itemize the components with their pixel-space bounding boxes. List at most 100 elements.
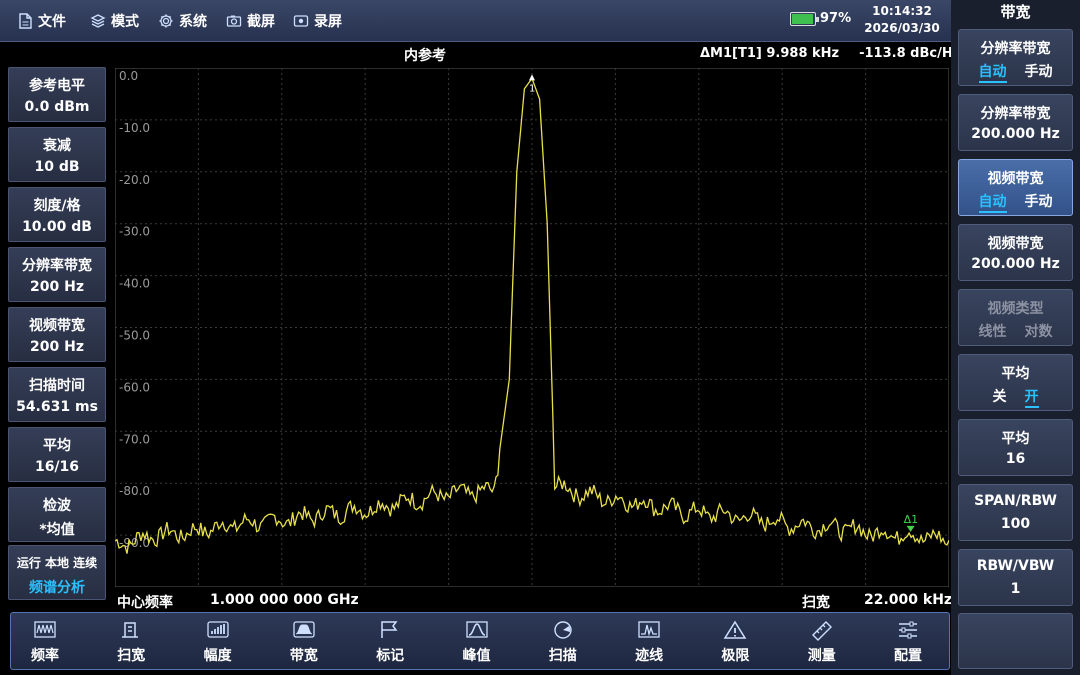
menu-file[interactable]: 文件 — [18, 11, 66, 31]
softkey-rbw-value[interactable]: 分辨率带宽 200.000 Hz — [958, 94, 1073, 151]
softkey-rbw-mode-options: 自动 手动 — [959, 61, 1072, 83]
y-tick-label: -60.0 — [119, 380, 150, 394]
bottom-menu-limit[interactable]: 极限 — [692, 613, 778, 669]
info-ref-level[interactable]: 参考电平 0.0 dBm — [8, 67, 106, 122]
bottom-menu-marker-label: 标记 — [376, 648, 405, 664]
center-freq-value[interactable]: 1.000 000 000 GHz — [210, 592, 359, 608]
softkey-vbw-mode-option-b[interactable]: 手动 — [1025, 191, 1053, 211]
top-menu-bar: 文件 模式 系统 截屏 录屏 97% 10:14:32 2026/03/30 — [0, 0, 951, 42]
bottom-menu-amplitude-label: 幅度 — [203, 648, 232, 664]
softkey-vbw-value[interactable]: 视频带宽 200.000 Hz — [958, 224, 1073, 281]
y-tick-label: -10.0 — [119, 121, 150, 135]
menu-record[interactable]: 录屏 — [293, 11, 342, 31]
battery-icon — [790, 12, 819, 26]
amplitude-icon — [206, 621, 229, 638]
softkey-rbw-vbw-label: RBW/VBW — [976, 558, 1055, 574]
softkey-average-toggle[interactable]: 平均关开 — [958, 354, 1073, 411]
bottom-menu-measure-label: 测量 — [807, 648, 836, 664]
marker-delta-name: ΔM1[T1] 9.988 kHz — [700, 46, 840, 61]
softkey-span-rbw[interactable]: SPAN/RBW 100 — [958, 484, 1073, 541]
softkey-vbw-mode-label: 视频带宽 — [987, 171, 1044, 187]
bottom-menu-trace[interactable]: 迹线 — [606, 613, 692, 669]
bandwidth-icon — [293, 621, 315, 638]
info-rbw[interactable]: 分辨率带宽 200 Hz — [8, 247, 106, 302]
delta-marker-label: Δ1 — [904, 513, 919, 526]
camera-icon — [226, 15, 242, 27]
info-attenuation[interactable]: 衰减 10 dB — [8, 127, 106, 182]
menu-mode[interactable]: 模式 — [90, 11, 139, 31]
info-ref-level-label: 参考电平 — [29, 78, 85, 94]
softkey-average-toggle-option-a[interactable]: 关 — [993, 386, 1007, 406]
menu-screenshot-label: 截屏 — [247, 14, 275, 30]
info-rbw-label: 分辨率带宽 — [22, 258, 92, 274]
info-vbw-label: 视频带宽 — [29, 318, 85, 334]
info-scale-div[interactable]: 刻度/格 10.00 dB — [8, 187, 106, 242]
sweep-icon — [554, 621, 572, 639]
softkey-vbw-type-option-a: 线性 — [978, 324, 1007, 340]
info-vbw[interactable]: 视频带宽 200 Hz — [8, 307, 106, 362]
softkey-empty[interactable] — [958, 613, 1073, 669]
softkey-rbw-mode-option-b[interactable]: 手动 — [1025, 61, 1053, 81]
softkey-average-count-label: 平均 — [1001, 431, 1030, 447]
softkey-rbw-value-value: 200.000 Hz — [971, 126, 1060, 142]
battery-percent: 97% — [820, 11, 852, 26]
info-attenuation-label: 衰减 — [43, 138, 71, 154]
ref-label: 内参考 — [404, 48, 446, 64]
bottom-menu-peak-label: 峰值 — [462, 648, 491, 664]
file-icon — [19, 13, 32, 29]
info-sweep-time-value: 54.631 ms — [16, 399, 98, 415]
bottom-menu-trace-label: 迹线 — [635, 648, 664, 664]
softkey-vbw-value-label: 视频带宽 — [987, 236, 1044, 252]
bottom-menu-sweep[interactable]: 扫描 — [520, 613, 606, 669]
menu-record-label: 录屏 — [314, 14, 342, 30]
menu-system[interactable]: 系统 — [158, 11, 207, 31]
span-value[interactable]: 22.000 kHz — [864, 592, 952, 608]
mode-name: 频谱分析 — [29, 580, 85, 596]
status-box: 运行 本地 连续 频谱分析 — [8, 545, 106, 600]
layers-icon — [90, 14, 106, 28]
marker-1-label: 1 — [529, 83, 535, 94]
bottom-menu-peak[interactable]: 峰值 — [434, 613, 520, 669]
bottom-menu-bandwidth[interactable]: 带宽 — [261, 613, 347, 669]
softkey-vbw-mode[interactable]: 视频带宽自动 手动 — [958, 159, 1073, 216]
softkey-panel-title: 带宽 — [1000, 3, 1031, 21]
bottom-menu-config[interactable]: 配置 — [865, 613, 951, 669]
info-average-label: 平均 — [43, 438, 71, 454]
info-average[interactable]: 平均 16/16 — [8, 427, 106, 482]
info-detector-value: *均值 — [39, 522, 75, 538]
y-tick-label: -50.0 — [119, 329, 150, 343]
info-sweep-time[interactable]: 扫描时间 54.631 ms — [8, 367, 106, 422]
menu-screenshot[interactable]: 截屏 — [226, 11, 275, 31]
bottom-menu-amplitude[interactable]: 幅度 — [175, 613, 261, 669]
bottom-menu-frequency[interactable]: 频率 — [2, 613, 88, 669]
softkey-rbw-vbw[interactable]: RBW/VBW 1 — [958, 549, 1073, 606]
info-sweep-time-label: 扫描时间 — [29, 378, 85, 394]
trace-icon — [638, 621, 660, 638]
softkey-average-toggle-option-b[interactable]: 开 — [1024, 386, 1039, 408]
span-label: 扫宽 — [802, 595, 830, 611]
softkey-rbw-mode[interactable]: 分辨率带宽 自动 手动 — [958, 29, 1073, 86]
softkey-rbw-mode-option-a[interactable]: 自动 — [978, 61, 1007, 83]
softkey-average-count[interactable]: 平均 16 — [958, 419, 1073, 476]
info-detector[interactable]: 检波 *均值 — [8, 487, 106, 542]
softkey-vbw-mode-option-a[interactable]: 自动 — [978, 191, 1007, 213]
gear-icon — [159, 14, 173, 28]
softkey-vbw-type-option-b: 对数 — [1024, 324, 1053, 340]
info-detector-label: 检波 — [43, 498, 71, 514]
clock-date: 2026/03/30 — [864, 21, 940, 35]
spectrum-graph[interactable]: 0.0 -10.0 -20.0 -30.0 -40.0 -50.0 -60.0 -70.0 -8… — [115, 68, 949, 587]
frequency-icon — [34, 621, 56, 638]
bottom-menu-bar: 频率 扫宽 幅度 带宽 标记 峰值 扫描 迹线 极限 测量 配置 — [10, 612, 950, 670]
bottom-menu-span[interactable]: 扫宽 — [88, 613, 174, 669]
bottom-menu-marker[interactable]: 标记 — [347, 613, 433, 669]
info-vbw-value: 200 Hz — [30, 339, 84, 355]
info-average-value: 16/16 — [34, 459, 80, 475]
softkey-average-toggle-options: 关开 — [959, 386, 1072, 408]
info-ref-level-value: 0.0 dBm — [24, 99, 90, 115]
bottom-menu-measure[interactable]: 测量 — [779, 613, 865, 669]
softkey-vbw-type-label: 视频类型 — [987, 301, 1044, 317]
ruler-icon — [811, 621, 832, 641]
y-tick-label: -80.0 — [119, 484, 150, 498]
menu-system-label: 系统 — [179, 14, 207, 30]
y-tick-label: 0.0 — [119, 69, 138, 83]
